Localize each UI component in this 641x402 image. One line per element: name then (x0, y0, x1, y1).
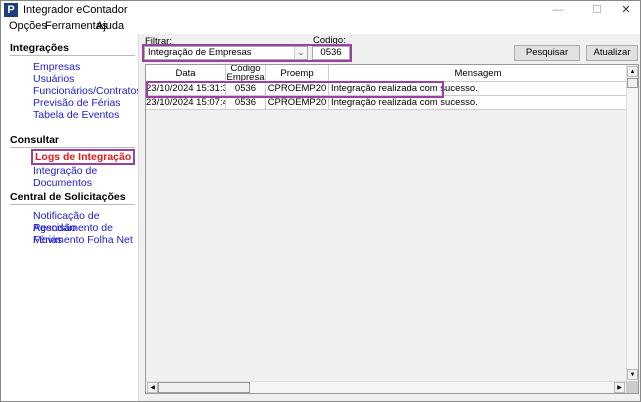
vertical-scrollbar[interactable]: ▲ ▼ (626, 65, 638, 381)
table-cell[interactable]: 23/10/2024 15:07:40 (146, 96, 226, 110)
table-cell[interactable]: CPROEMP20 (266, 96, 329, 110)
filter-highlight (142, 44, 352, 62)
sidebar-item-movimento-folha[interactable]: Movimento Folha Net (33, 234, 133, 246)
logs-table: Data Código Empresa Proemp Mensagem 23/1… (145, 64, 639, 394)
column-header-codigo[interactable]: Código Empresa (226, 65, 266, 82)
scroll-right-icon[interactable]: ▶ (614, 382, 625, 393)
vertical-scroll-thumb[interactable] (627, 78, 638, 88)
horizontal-scrollbar[interactable]: ◀ ▶ (146, 381, 626, 393)
column-header-data[interactable]: Data (146, 65, 226, 82)
close-button[interactable]: ✕ (612, 2, 640, 18)
main-panel: Filtrar: Codigo: Integração de Empresas … (138, 34, 640, 401)
sidebar: Integrações Empresas Usuários Funcionári… (1, 34, 142, 401)
sidebar-item-previsao-ferias[interactable]: Previsão de Férias (33, 97, 121, 109)
sidebar-item-usuarios[interactable]: Usuários (33, 73, 74, 85)
divider (10, 55, 135, 56)
sidebar-item-logs-integracao[interactable]: Logs de Integração (31, 149, 136, 165)
section-consultar: Consultar (10, 134, 60, 146)
column-header-mensagem[interactable]: Mensagem (329, 65, 628, 82)
scroll-down-icon[interactable]: ▼ (627, 369, 638, 380)
sidebar-item-tabela-eventos[interactable]: Tabela de Eventos (33, 109, 119, 121)
maximize-button[interactable]: ☐ (583, 2, 611, 18)
section-central-solicitacoes: Central de Solicitações (10, 191, 126, 203)
scroll-corner (626, 381, 638, 393)
scroll-up-icon[interactable]: ▲ (627, 66, 638, 77)
menu-opcoes[interactable]: Opções (9, 20, 47, 32)
sidebar-item-empresas[interactable]: Empresas (33, 61, 80, 73)
menu-bar: Opções Ferramentas Ajuda (1, 19, 640, 34)
sidebar-item-funcionarios[interactable]: Funcionários/Contratos (33, 85, 142, 97)
menu-ajuda[interactable]: Ajuda (96, 20, 124, 32)
app-window: P Integrador eContador — ☐ ✕ Opções Ferr… (0, 0, 641, 402)
refresh-button[interactable]: Atualizar (586, 45, 638, 61)
column-header-proemp[interactable]: Proemp (266, 65, 329, 82)
horizontal-scroll-thumb[interactable] (158, 382, 250, 393)
table-cell[interactable]: 0536 (226, 96, 266, 110)
divider (10, 147, 135, 148)
divider (10, 204, 135, 205)
title-bar: P Integrador eContador — ☐ ✕ (1, 1, 640, 19)
window-title: Integrador eContador (23, 4, 128, 16)
minimize-button[interactable]: — (544, 2, 572, 18)
app-logo-icon: P (4, 3, 18, 17)
section-integracoes: Integrações (10, 42, 69, 54)
scroll-left-icon[interactable]: ◀ (147, 382, 158, 393)
sidebar-item-integracao-documentos[interactable]: Integração de Documentos (33, 165, 138, 189)
search-button[interactable]: Pesquisar (514, 45, 580, 61)
table-cell[interactable]: Integração realizada com sucesso. (329, 96, 628, 110)
row-highlight (146, 81, 444, 98)
